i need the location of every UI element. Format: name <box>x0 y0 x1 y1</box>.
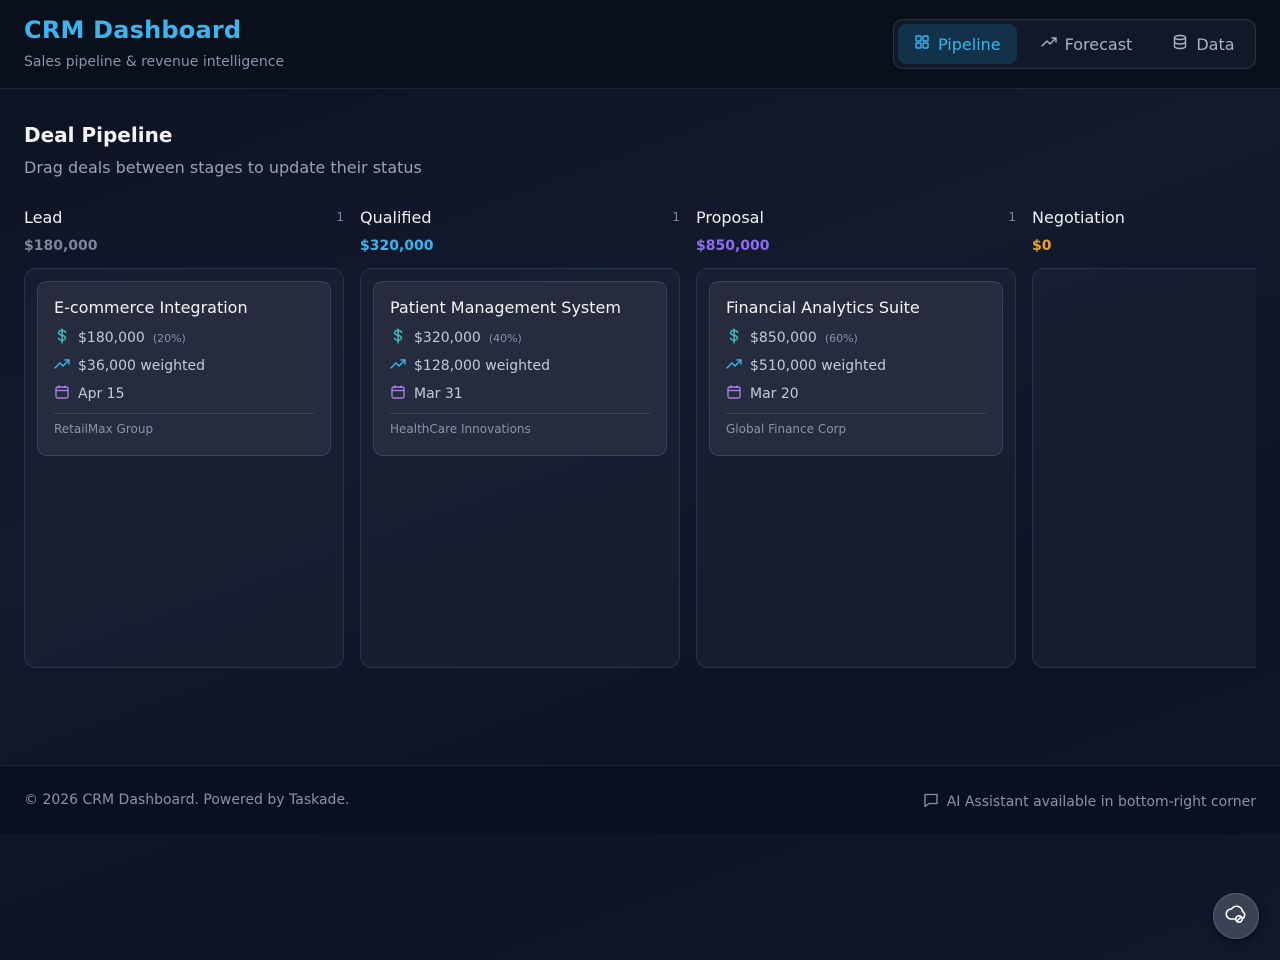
grid-icon <box>914 34 930 54</box>
tab-data[interactable]: Data <box>1162 24 1251 64</box>
stage-count: 1 <box>336 210 344 224</box>
stage-name: Qualified <box>360 207 432 227</box>
deal-title: Financial Analytics Suite <box>726 298 920 317</box>
dollar-icon <box>726 328 750 348</box>
deal-card[interactable]: Patient Management System $320,000 (40%)… <box>373 281 667 456</box>
deal-date: Apr 15 <box>78 386 125 402</box>
trending-up-icon <box>726 356 750 376</box>
deal-client: RetailMax Group <box>54 422 154 436</box>
deal-weighted: $36,000 weighted <box>78 358 206 374</box>
tab-pipeline[interactable]: Pipeline <box>898 24 1017 64</box>
deal-probability: (20%) <box>152 331 186 345</box>
stage-name: Negotiation <box>1032 207 1125 227</box>
calendar-icon <box>726 384 750 404</box>
app-subtitle: Sales pipeline & revenue intelligence <box>24 54 285 70</box>
deal-probability: (60%) <box>824 331 858 345</box>
app-title: CRM Dashboard <box>24 16 242 44</box>
stage-name: Proposal <box>696 207 764 227</box>
stage-dropzone[interactable]: Patient Management System $320,000 (40%)… <box>360 268 680 668</box>
dollar-icon <box>54 328 78 348</box>
deal-weighted: $128,000 weighted <box>414 358 550 374</box>
assistant-icon <box>1224 902 1248 930</box>
tab-forecast[interactable]: Forecast <box>1017 24 1163 64</box>
deal-value: $850,000 <box>750 330 817 346</box>
deal-value: $180,000 <box>78 330 145 346</box>
deal-title: E-commerce Integration <box>54 298 248 317</box>
stage-total: $0 <box>1032 238 1052 254</box>
stage-count: 1 <box>1008 210 1016 224</box>
view-tabs: Pipeline Forecast Data <box>893 19 1256 69</box>
card-divider <box>390 413 650 414</box>
deal-date: Mar 20 <box>750 386 799 402</box>
database-icon <box>1172 34 1188 54</box>
calendar-icon <box>54 384 78 404</box>
stage-count: 1 <box>672 210 680 224</box>
tab-pipeline-label: Pipeline <box>938 34 1001 54</box>
chat-icon <box>923 792 939 812</box>
page-subtitle: Drag deals between stages to update thei… <box>24 158 422 177</box>
trending-up-icon <box>390 356 414 376</box>
footer-assistant-text: AI Assistant available in bottom-right c… <box>946 794 1256 810</box>
stage-column-qualified: Qualified 1 $320,000 Patient Management … <box>360 206 680 668</box>
app-header: CRM Dashboard Sales pipeline & revenue i… <box>0 0 1280 89</box>
deal-value: $320,000 <box>414 330 481 346</box>
footer-assistant-note: AI Assistant available in bottom-right c… <box>923 792 1256 812</box>
deal-card[interactable]: Financial Analytics Suite $850,000 (60%)… <box>709 281 1003 456</box>
stage-column-lead: Lead 1 $180,000 E-commerce Integration $… <box>24 206 344 668</box>
page-title: Deal Pipeline <box>24 123 173 147</box>
stage-dropzone[interactable] <box>1032 268 1256 668</box>
dollar-icon <box>390 328 414 348</box>
app-footer: © 2026 CRM Dashboard. Powered by Taskade… <box>0 765 1280 834</box>
deal-title: Patient Management System <box>390 298 621 317</box>
card-divider <box>54 413 314 414</box>
card-divider <box>726 413 986 414</box>
deal-client: HealthCare Innovations <box>390 422 531 436</box>
footer-copyright: © 2026 CRM Dashboard. Powered by Taskade… <box>24 792 350 808</box>
stage-name: Lead <box>24 207 63 227</box>
deal-client: Global Finance Corp <box>726 422 847 436</box>
stage-total: $180,000 <box>24 238 98 254</box>
stage-column-negotiation: Negotiation $0 <box>1032 206 1256 668</box>
ai-assistant-button[interactable] <box>1213 893 1259 939</box>
tab-data-label: Data <box>1196 34 1235 54</box>
stage-total: $850,000 <box>696 238 770 254</box>
deal-card[interactable]: E-commerce Integration $180,000 (20%) $3… <box>37 281 331 456</box>
stage-column-proposal: Proposal 1 $850,000 Financial Analytics … <box>696 206 1016 668</box>
deal-probability: (40%) <box>488 331 522 345</box>
deal-weighted: $510,000 weighted <box>750 358 886 374</box>
trending-up-icon <box>1040 34 1057 54</box>
deal-date: Mar 31 <box>414 386 463 402</box>
tab-forecast-label: Forecast <box>1064 34 1133 54</box>
trending-up-icon <box>54 356 78 376</box>
calendar-icon <box>390 384 414 404</box>
stage-dropzone[interactable]: E-commerce Integration $180,000 (20%) $3… <box>24 268 344 668</box>
stage-dropzone[interactable]: Financial Analytics Suite $850,000 (60%)… <box>696 268 1016 668</box>
stage-total: $320,000 <box>360 238 434 254</box>
